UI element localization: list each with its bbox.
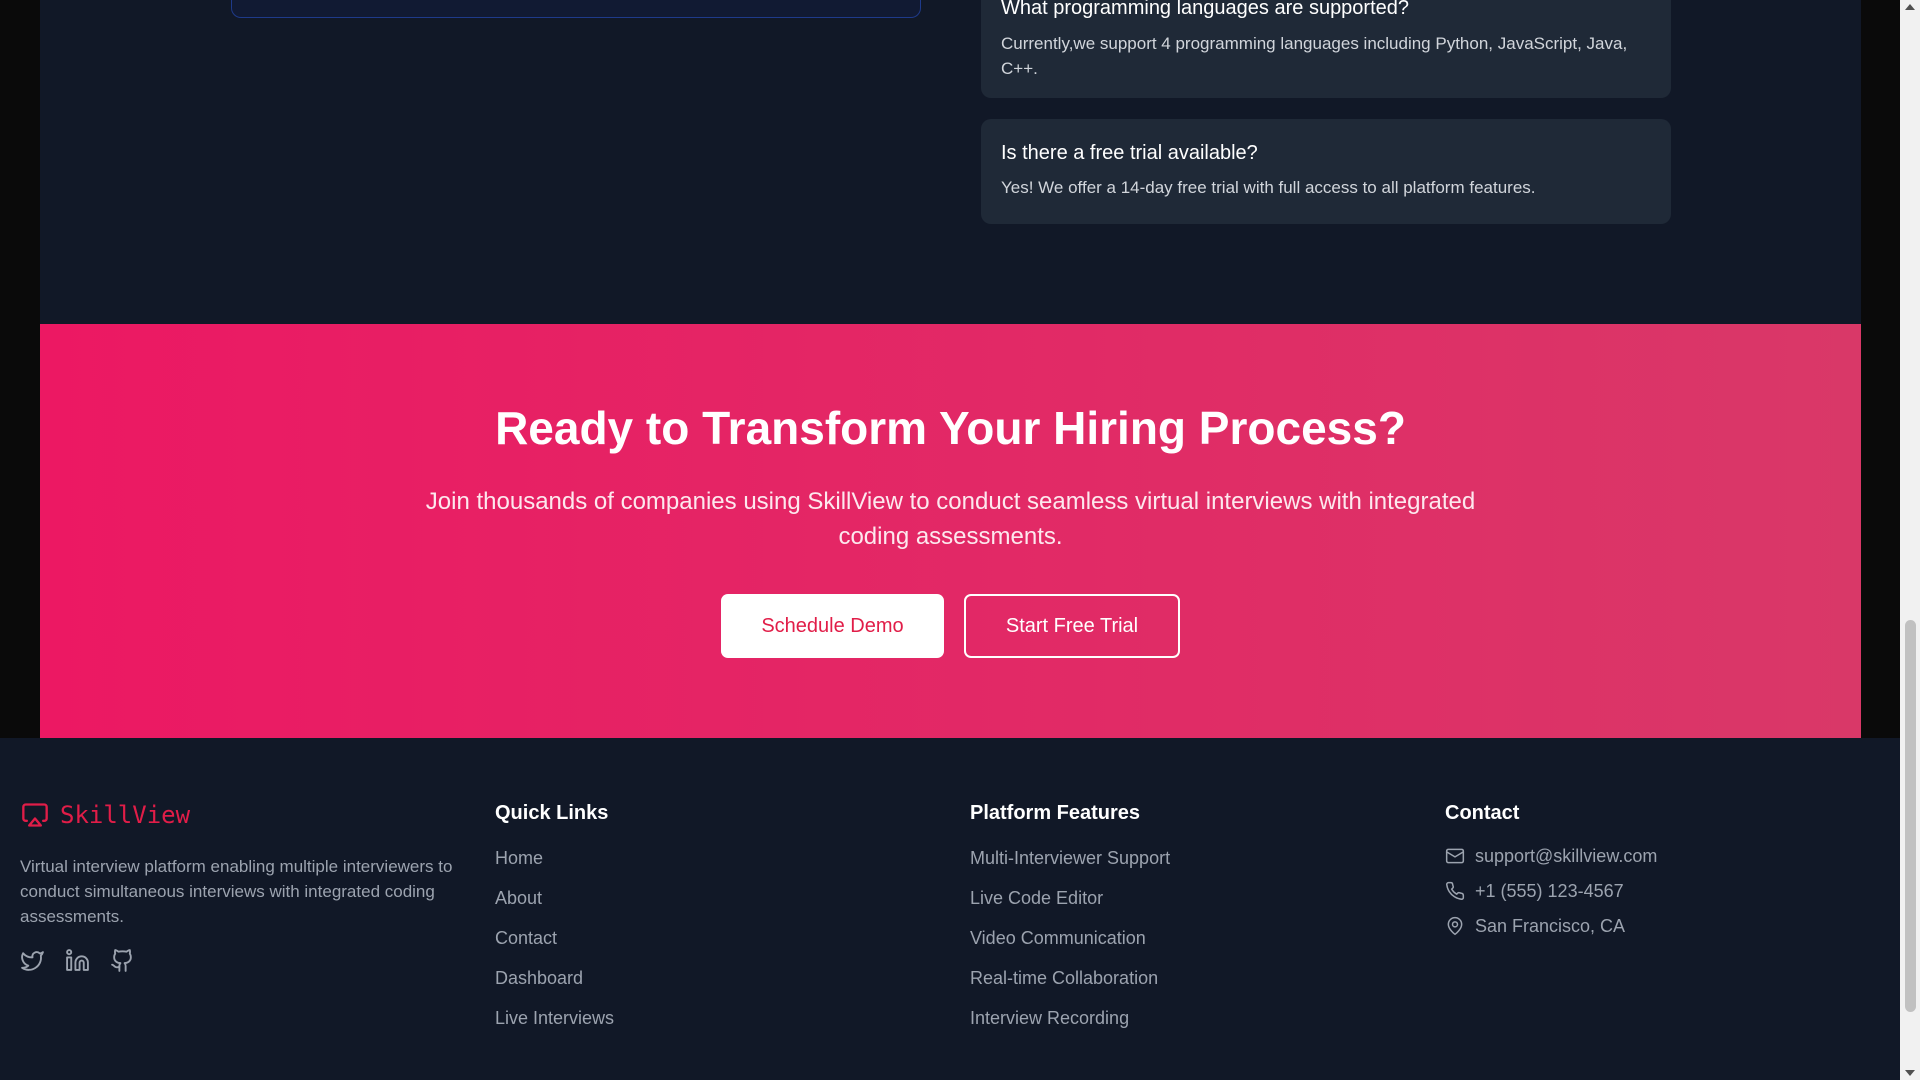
- phone-icon: [1446, 881, 1465, 900]
- feature-link[interactable]: Video Communication: [970, 927, 1170, 949]
- cta-subtitle: Join thousands of companies using SkillV…: [425, 488, 1476, 550]
- footer: SkillView Virtual interview platform ena…: [0, 738, 1900, 1080]
- mail-icon: [1445, 848, 1465, 864]
- contact-location: San Francisco, CA: [1445, 915, 1657, 937]
- feature-link[interactable]: Live Code Editor: [970, 887, 1170, 909]
- schedule-demo-button[interactable]: Schedule Demo: [721, 594, 944, 658]
- feature-link[interactable]: Multi-Interviewer Support: [970, 847, 1170, 869]
- faq-item[interactable]: Is there a free trial available? Yes! We…: [981, 119, 1671, 224]
- page: What programming languages are supported…: [0, 0, 1900, 1080]
- social-links: [20, 948, 135, 973]
- right-gutter: [1861, 0, 1900, 738]
- brand-name: SkillView: [60, 801, 191, 829]
- vertical-scrollbar[interactable]: [1900, 0, 1920, 1080]
- platform-features-column: Platform Features Multi-Interviewer Supp…: [970, 801, 1170, 1047]
- faq-question: What programming languages are supported…: [1001, 0, 1410, 19]
- faq-left-card: [231, 0, 921, 18]
- monitor-icon: [22, 803, 48, 827]
- left-gutter: [0, 0, 40, 738]
- github-icon[interactable]: [110, 948, 135, 973]
- contact-title: Contact: [1445, 802, 1520, 824]
- platform-features-title: Platform Features: [970, 802, 1141, 824]
- feature-link[interactable]: Interview Recording: [970, 1007, 1170, 1029]
- faq-item[interactable]: What programming languages are supported…: [981, 0, 1671, 98]
- feature-link[interactable]: Real-time Collaboration: [970, 967, 1170, 989]
- scroll-up-arrow-icon[interactable]: [1905, 4, 1915, 10]
- footer-link-about[interactable]: About: [495, 887, 614, 909]
- scroll-down-arrow-icon[interactable]: [1905, 1070, 1915, 1076]
- brand-description: Virtual interview platform enabling mult…: [20, 857, 453, 926]
- quick-links-list: Home About Contact Dashboard Live Interv…: [495, 847, 614, 1029]
- footer-link-contact[interactable]: Contact: [495, 927, 614, 949]
- faq-question: Is there a free trial available?: [1001, 142, 1258, 164]
- footer-link-live-interviews[interactable]: Live Interviews: [495, 1007, 614, 1029]
- map-pin-icon: [1447, 916, 1463, 936]
- contact-email[interactable]: support@skillview.com: [1445, 845, 1657, 867]
- footer-link-dashboard[interactable]: Dashboard: [495, 967, 614, 989]
- linkedin-icon[interactable]: [65, 948, 90, 973]
- contact-column: Contact support@skillview.com +1 (555) 1…: [1445, 801, 1657, 950]
- twitter-icon[interactable]: [20, 948, 45, 973]
- contact-location-text: San Francisco, CA: [1475, 916, 1626, 936]
- footer-link-home[interactable]: Home: [495, 847, 614, 869]
- contact-email-text: support@skillview.com: [1475, 846, 1658, 866]
- cta-title: Ready to Transform Your Hiring Process?: [495, 402, 1406, 454]
- scrollbar-thumb[interactable]: [1905, 620, 1916, 1012]
- footer-brand[interactable]: SkillView: [20, 801, 190, 829]
- quick-links-title: Quick Links: [495, 802, 609, 824]
- platform-features-list: Multi-Interviewer Support Live Code Edit…: [970, 847, 1170, 1029]
- faq-answer: Yes! We offer a 14-day free trial with f…: [1001, 178, 1536, 197]
- contact-phone[interactable]: +1 (555) 123-4567: [1445, 880, 1657, 902]
- contact-phone-text: +1 (555) 123-4567: [1475, 881, 1624, 901]
- faq-answer: Currently,we support 4 programming langu…: [1001, 34, 1628, 78]
- cta-banner: Ready to Transform Your Hiring Process? …: [40, 324, 1861, 738]
- start-free-trial-button[interactable]: Start Free Trial: [964, 594, 1180, 658]
- contact-list: support@skillview.com +1 (555) 123-4567 …: [1445, 845, 1657, 937]
- quick-links-column: Quick Links Home About Contact Dashboard…: [495, 801, 614, 1047]
